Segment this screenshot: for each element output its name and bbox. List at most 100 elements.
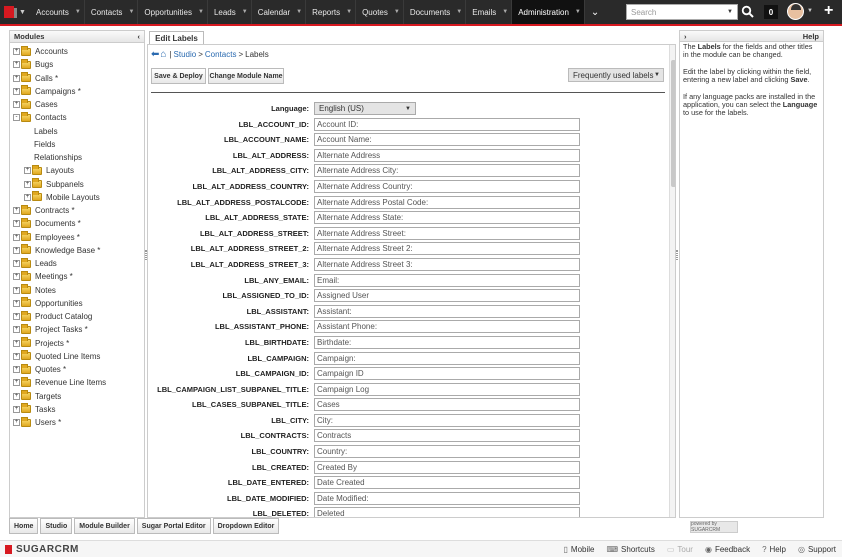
change-module-name-button[interactable]: Change Module Name	[208, 68, 284, 84]
expand-node-icon[interactable]: +	[13, 48, 20, 56]
label-value-input[interactable]: Assistant Phone:	[314, 320, 580, 334]
module-tree-label[interactable]: Product Catalog	[35, 312, 92, 321]
module-tree-label[interactable]: Labels	[34, 127, 58, 136]
expand-node-icon[interactable]: +	[13, 273, 20, 281]
module-tree-label[interactable]: Targets	[35, 392, 61, 401]
label-value-input[interactable]: Alternate Address City:	[314, 164, 580, 178]
chevron-down-icon[interactable]: ▼	[575, 9, 581, 15]
module-tree-label[interactable]: Employees *	[35, 233, 80, 242]
language-select[interactable]: English (US) ▼	[314, 102, 416, 115]
expand-node-icon[interactable]: +	[13, 61, 20, 69]
global-search-input[interactable]: Search ▼	[626, 4, 738, 20]
expand-node-icon[interactable]: +	[13, 379, 20, 387]
module-tree-label[interactable]: Subpanels	[46, 180, 84, 189]
module-tree-label[interactable]: Mobile Layouts	[46, 193, 100, 202]
module-tree-item[interactable]: + Leads	[10, 257, 144, 270]
expand-node-icon[interactable]: +	[13, 286, 20, 294]
label-value-input[interactable]: Alternate Address Street 2:	[314, 242, 580, 256]
expand-node-icon[interactable]: +	[13, 366, 20, 374]
label-value-input[interactable]: Created By	[314, 460, 580, 474]
collapse-left-icon[interactable]: ‹	[138, 32, 141, 41]
nav-leads[interactable]: Leads ▼	[208, 0, 252, 24]
label-value-input[interactable]: Account ID:	[314, 117, 580, 131]
nav-administration[interactable]: Administration ▼	[512, 0, 585, 24]
bottom-tab-sugar-portal-editor[interactable]: Sugar Portal Editor	[136, 518, 211, 534]
expand-node-icon[interactable]: +	[24, 167, 31, 175]
scrollbar-thumb[interactable]	[671, 60, 675, 187]
module-tree-label[interactable]: Quotes *	[35, 365, 66, 374]
expand-node-icon[interactable]: +	[13, 101, 20, 109]
expand-node-icon[interactable]: +	[13, 246, 20, 254]
chevron-down-icon[interactable]: ▼	[456, 9, 462, 15]
label-value-input[interactable]: Assigned User	[314, 289, 580, 303]
chevron-down-icon[interactable]: ▼	[75, 9, 81, 15]
expand-node-icon[interactable]: +	[13, 352, 20, 360]
nav-documents[interactable]: Documents ▼	[404, 0, 467, 24]
chevron-down-icon[interactable]: ▼	[394, 9, 400, 15]
module-tree-label[interactable]: Cases	[35, 100, 58, 109]
module-tree-item[interactable]: + Targets	[10, 390, 144, 403]
module-tree-item[interactable]: + Layouts	[10, 164, 144, 177]
module-tree-item[interactable]: + Notes	[10, 284, 144, 297]
module-tree-item[interactable]: Relationships	[10, 151, 144, 164]
module-tree-label[interactable]: Bugs	[35, 60, 53, 69]
chevron-down-icon[interactable]: ▼	[727, 9, 733, 15]
footer-link-feedback[interactable]: ◉ Feedback	[705, 545, 750, 554]
module-tree-item[interactable]: + Project Tasks *	[10, 323, 144, 336]
expand-node-icon[interactable]: +	[13, 220, 20, 228]
module-tree-item[interactable]: + Revenue Line Items	[10, 376, 144, 389]
module-tree-item[interactable]: + Quotes *	[10, 363, 144, 376]
label-value-input[interactable]: Account Name:	[314, 133, 580, 147]
sugar-logo-menu[interactable]: ▼	[0, 0, 30, 24]
module-tree-item[interactable]: + Tasks	[10, 403, 144, 416]
label-value-input[interactable]: Campaign:	[314, 351, 580, 365]
label-value-input[interactable]: Email:	[314, 273, 580, 287]
notification-count-badge[interactable]: 0	[764, 5, 778, 19]
breadcrumb-contacts-link[interactable]: Contacts	[205, 50, 237, 59]
quick-create-plus-icon[interactable]: +	[824, 3, 833, 19]
label-value-input[interactable]: Assistant:	[314, 304, 580, 318]
footer-link-tour[interactable]: ▭ Tour	[667, 545, 693, 554]
label-value-input[interactable]: City:	[314, 413, 580, 427]
module-tree-item[interactable]: - Contacts	[10, 111, 144, 124]
module-tree-item[interactable]: Fields	[10, 138, 144, 151]
module-tree-label[interactable]: Project Tasks *	[35, 325, 88, 334]
module-tree-label[interactable]: Opportunities	[35, 299, 83, 308]
expand-node-icon[interactable]: +	[13, 87, 20, 95]
module-tree-item[interactable]: + Cases	[10, 98, 144, 111]
expand-node-icon[interactable]: +	[13, 405, 20, 413]
module-tree-label[interactable]: Layouts	[46, 166, 74, 175]
module-tree-label[interactable]: Notes	[35, 286, 56, 295]
module-tree-label[interactable]: Quoted Line Items	[35, 352, 100, 361]
module-tree-item[interactable]: + Projects *	[10, 337, 144, 350]
label-value-input[interactable]: Deleted	[314, 507, 580, 517]
right-splitter-handle[interactable]	[676, 250, 678, 260]
module-tree-label[interactable]: Documents *	[35, 219, 81, 228]
expand-node-icon[interactable]: +	[13, 419, 20, 427]
main-scrollbar[interactable]	[669, 45, 675, 517]
expand-node-icon[interactable]: +	[13, 207, 20, 215]
module-tree-item[interactable]: + Documents *	[10, 217, 144, 230]
module-tree-label[interactable]: Tasks	[35, 405, 55, 414]
module-tree-label[interactable]: Fields	[34, 140, 55, 149]
expand-node-icon[interactable]: +	[13, 233, 20, 241]
module-tree-label[interactable]: Accounts	[35, 47, 68, 56]
collapse-right-icon[interactable]: ›	[684, 32, 687, 41]
chevron-down-icon[interactable]: ▼	[128, 9, 134, 15]
nav-quotes[interactable]: Quotes ▼	[356, 0, 404, 24]
expand-node-icon[interactable]: +	[13, 299, 20, 307]
module-tree-label[interactable]: Leads	[35, 259, 57, 268]
expand-node-icon[interactable]: +	[13, 326, 20, 334]
module-tree-item[interactable]: + Meetings *	[10, 270, 144, 283]
label-value-input[interactable]: Campaign Log	[314, 382, 580, 396]
chevron-down-icon[interactable]: ▼	[807, 8, 813, 14]
expand-node-icon[interactable]: +	[13, 74, 20, 82]
label-value-input[interactable]: Contracts	[314, 429, 580, 443]
module-tree-item[interactable]: + Quoted Line Items	[10, 350, 144, 363]
module-tree-item[interactable]: + Accounts	[10, 45, 144, 58]
module-tree-label[interactable]: Contracts *	[35, 206, 75, 215]
expand-node-icon[interactable]: +	[13, 339, 20, 347]
tab-edit-labels[interactable]: Edit Labels	[149, 31, 204, 45]
user-avatar[interactable]	[787, 3, 804, 20]
chevron-down-icon[interactable]: ▼	[502, 9, 508, 15]
